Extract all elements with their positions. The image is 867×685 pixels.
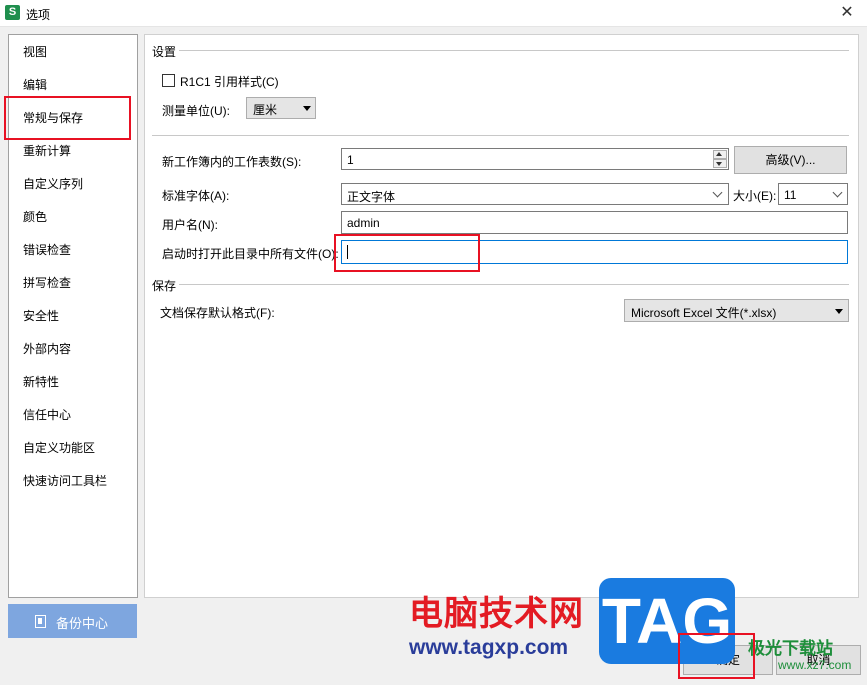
size-label: 大小(E): (733, 189, 777, 203)
sidebar-item-custom-lists[interactable]: 自定义序列 (23, 174, 83, 194)
app-logo-icon: S (5, 5, 20, 20)
format-select[interactable]: Microsoft Excel 文件(*.xlsx) (624, 299, 849, 322)
unit-select[interactable]: 厘米 (246, 97, 316, 119)
advanced-button[interactable]: 高级(V)... (734, 146, 847, 174)
font-select[interactable]: 正文字体 (341, 183, 729, 205)
section-separator (152, 135, 849, 136)
chevron-down-icon (712, 187, 723, 198)
backup-icon (35, 615, 46, 628)
dropdown-arrow-icon (303, 106, 311, 111)
sidebar-item-security[interactable]: 安全性 (23, 306, 59, 326)
settings-section-title: 设置 (152, 45, 177, 59)
font-label: 标准字体(A): (162, 189, 230, 203)
title-bar: S 选项 ✕ (0, 0, 867, 27)
r1c1-checkbox[interactable] (162, 74, 175, 87)
sheets-count-input[interactable]: 1 (341, 148, 729, 170)
unit-label: 测量单位(U): (162, 104, 230, 118)
sidebar-item-error-check[interactable]: 错误检查 (23, 240, 71, 260)
username-value: admin (347, 216, 380, 230)
sidebar-item-quick-access-toolbar[interactable]: 快速访问工具栏 (23, 471, 107, 491)
highlight-box-startup (334, 234, 480, 272)
watermark-download-url: www.xz7.com (778, 658, 852, 672)
format-value: Microsoft Excel 文件(*.xlsx) (631, 306, 777, 320)
format-label: 文档保存默认格式(F): (160, 306, 275, 320)
startup-folder-label: 启动时打开此目录中所有文件(O): (162, 247, 339, 261)
sidebar-item-view[interactable]: 视图 (23, 42, 47, 62)
watermark-site-name: 电脑技术网 (409, 595, 584, 633)
watermark-download-site: 极光下载站 (748, 639, 833, 658)
sidebar-item-new-features[interactable]: 新特性 (23, 372, 59, 392)
highlight-box-sidebar (4, 96, 131, 140)
backup-center-button[interactable]: 备份中心 (8, 604, 137, 638)
size-value: 11 (784, 188, 797, 202)
spin-up-icon (716, 152, 722, 156)
size-select[interactable]: 11 (778, 183, 848, 205)
unit-value: 厘米 (253, 103, 278, 117)
dropdown-arrow-icon (835, 309, 843, 314)
spin-up-button[interactable] (713, 150, 727, 159)
sidebar-item-recalculate[interactable]: 重新计算 (23, 141, 71, 161)
close-button[interactable]: ✕ (827, 0, 867, 26)
sidebar-item-trust-center[interactable]: 信任中心 (23, 405, 71, 425)
spin-down-icon (716, 162, 722, 166)
username-label: 用户名(N): (162, 218, 218, 232)
chevron-down-icon (832, 187, 843, 198)
font-value: 正文字体 (347, 190, 396, 204)
backup-center-label: 备份中心 (56, 616, 109, 631)
settings-panel: 设置 R1C1 引用样式(C) 测量单位(U): 厘米 新工作簿内的工作表数(S… (144, 34, 859, 598)
r1c1-label: R1C1 引用样式(C) (180, 75, 279, 89)
save-divider (179, 284, 849, 285)
settings-divider (179, 50, 849, 51)
sidebar-item-customize-ribbon[interactable]: 自定义功能区 (23, 438, 95, 458)
save-section-title: 保存 (152, 279, 177, 293)
sidebar-item-external-content[interactable]: 外部内容 (23, 339, 71, 359)
highlight-box-ok (678, 633, 755, 679)
window-title: 选项 (26, 8, 51, 22)
sidebar-item-edit[interactable]: 编辑 (23, 75, 47, 95)
username-input[interactable]: admin (341, 211, 848, 234)
sheets-value: 1 (347, 153, 354, 167)
watermark-site-url: www.tagxp.com (409, 636, 569, 659)
sidebar-item-color[interactable]: 颜色 (23, 207, 47, 227)
sidebar-item-spell-check[interactable]: 拼写检查 (23, 273, 71, 293)
sheets-label: 新工作簿内的工作表数(S): (162, 155, 302, 169)
spin-down-button[interactable] (713, 159, 727, 168)
